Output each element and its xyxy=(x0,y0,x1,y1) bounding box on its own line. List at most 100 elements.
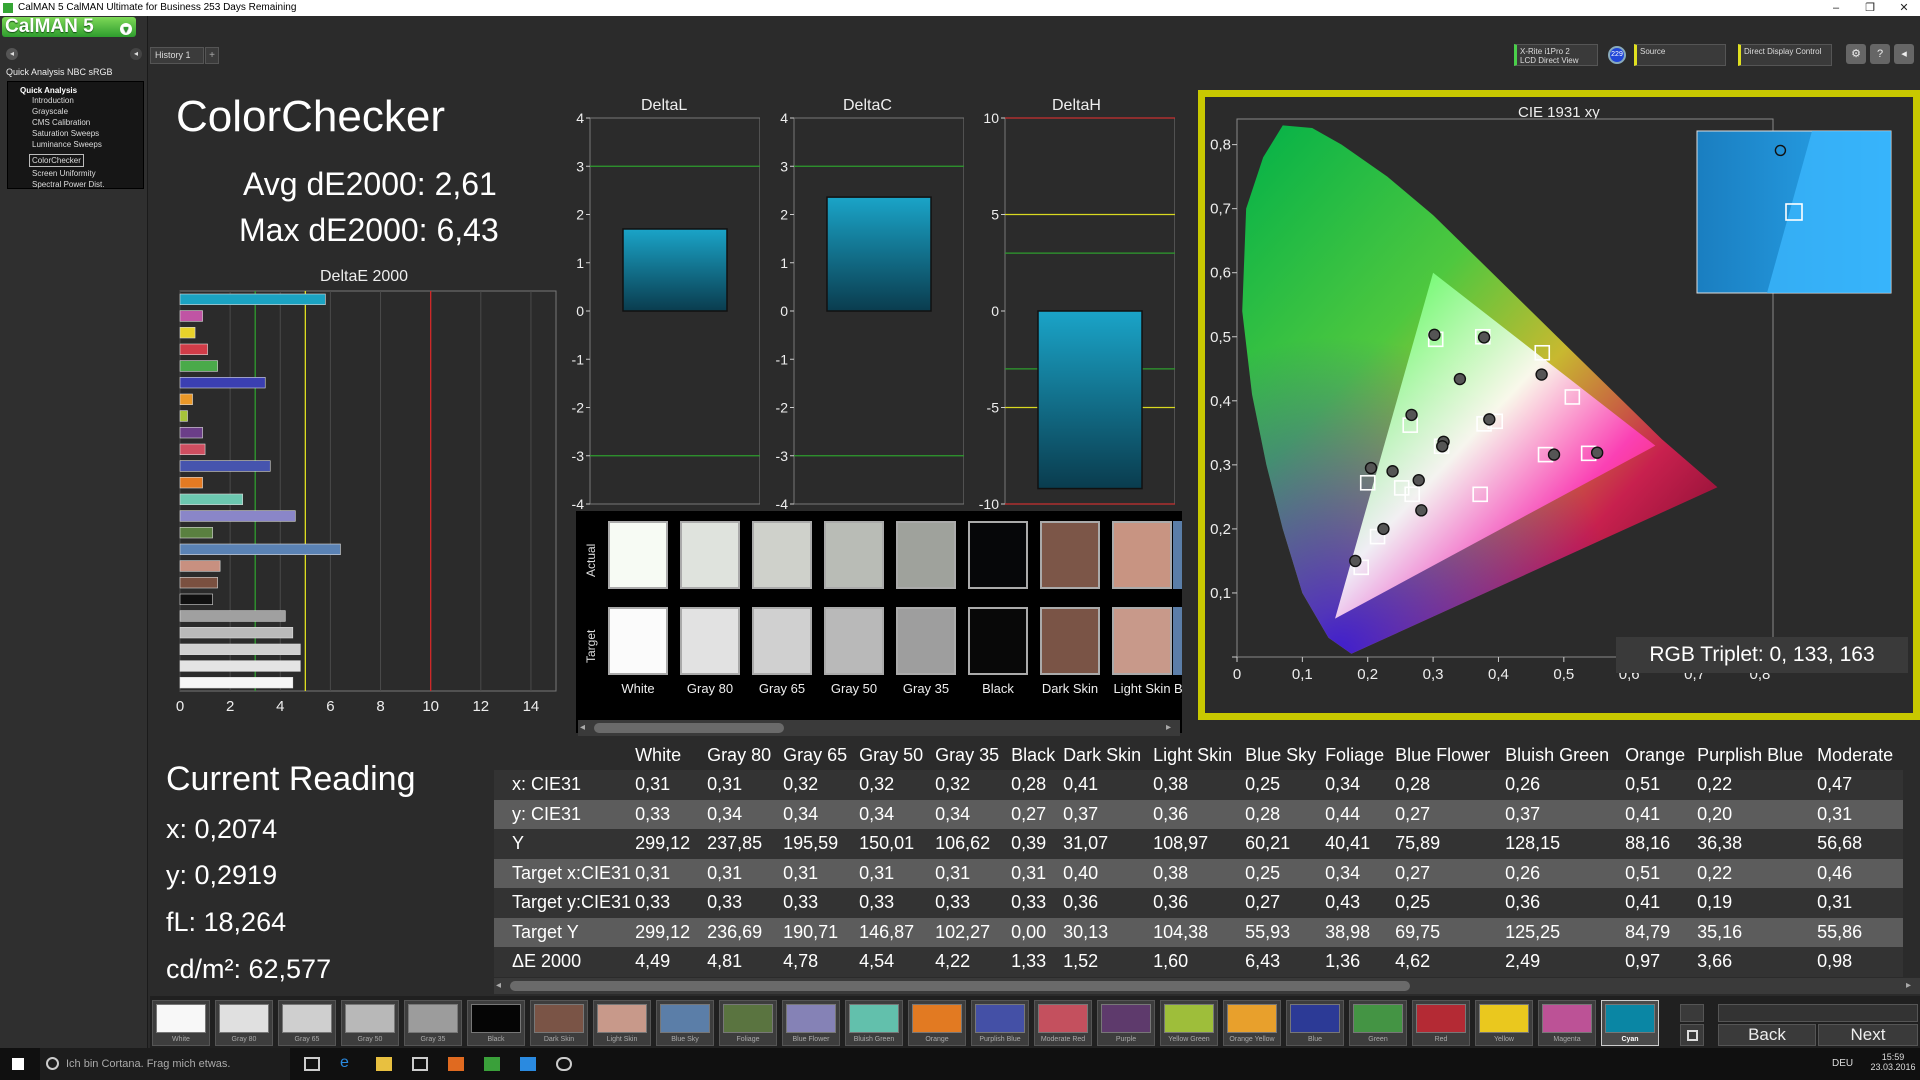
patch-button-magenta[interactable]: Magenta xyxy=(1538,1000,1596,1046)
patch-button-yellow-green[interactable]: Yellow Green xyxy=(1160,1000,1218,1046)
tree-item-grayscale[interactable]: Grayscale xyxy=(8,106,143,117)
next-button[interactable]: Next xyxy=(1818,1024,1918,1046)
nav-back-icon[interactable]: ◂ xyxy=(6,48,18,60)
table-cell: 299,12 xyxy=(631,917,704,947)
tree-item-introduction[interactable]: Introduction xyxy=(8,95,143,106)
table-scroll-left-icon[interactable]: ◂ xyxy=(496,980,501,991)
table-cell: 0,44 xyxy=(1321,799,1392,829)
record-icon[interactable] xyxy=(1680,1004,1704,1022)
table-cell: 0,32 xyxy=(779,770,856,800)
patch-button-purplish-blue[interactable]: Purplish Blue xyxy=(971,1000,1029,1046)
tree-item-selected-wrap: ColorChecker xyxy=(8,150,143,168)
task-view-icon[interactable] xyxy=(304,1057,320,1071)
table-scrollbar[interactable]: ◂ ▸ xyxy=(494,978,1920,994)
table-cell: 60,21 xyxy=(1241,829,1322,859)
tree-item-colorchecker[interactable]: ColorChecker xyxy=(29,154,84,167)
deltae-tick-label: 2 xyxy=(226,698,234,715)
calman-logo[interactable]: CalMAN 5 ▼ xyxy=(2,17,136,37)
scroll-thumb[interactable] xyxy=(594,723,784,733)
swatch-actual-gray-65 xyxy=(752,521,812,589)
deltal-tick-label: -3 xyxy=(572,448,585,464)
tree-item-cms-calibration[interactable]: CMS Calibration xyxy=(8,117,143,128)
patch-color-yellow xyxy=(1479,1004,1529,1033)
meter-selector[interactable]: X-Rite i1Pro 2 LCD Direct View xyxy=(1514,44,1598,66)
tab-history-1[interactable]: History 1 xyxy=(150,47,204,64)
table-row: Y 299,12 237,85 195,59 150,01 106,62 0,39 31,07… xyxy=(494,829,1904,859)
edge-icon[interactable]: e xyxy=(340,1054,356,1071)
patch-button-purple[interactable]: Purple xyxy=(1097,1000,1155,1046)
patch-button-orange[interactable]: Orange xyxy=(908,1000,966,1046)
maximize-icon[interactable]: ❐ xyxy=(1852,0,1888,16)
table-cell: 299,12 xyxy=(631,829,704,859)
settings-icon[interactable]: ⚙ xyxy=(1846,44,1866,64)
patch-button-cyan[interactable]: Cyan xyxy=(1601,1000,1659,1046)
language-indicator[interactable]: DEU xyxy=(1832,1058,1853,1069)
table-scroll-thumb[interactable] xyxy=(510,981,1410,991)
tree-header-label: Quick Analysis xyxy=(20,86,78,95)
patch-button-gray-80[interactable]: Gray 80 xyxy=(215,1000,273,1046)
scroll-right-icon[interactable]: ▸ xyxy=(1166,722,1178,734)
patch-button-blue[interactable]: Blue xyxy=(1286,1000,1344,1046)
store-icon[interactable] xyxy=(412,1057,428,1071)
swatch-scrollbar[interactable]: ◂ ▸ xyxy=(578,720,1180,736)
patch-button-green[interactable]: Green xyxy=(1349,1000,1407,1046)
tool-task-icon[interactable] xyxy=(556,1057,572,1071)
reading-y: y: 0,2919 xyxy=(166,860,278,890)
collapse-right-icon[interactable]: ◂ xyxy=(1894,44,1914,64)
table-cell: 0,31 xyxy=(1813,799,1904,829)
close-icon[interactable]: ✕ xyxy=(1886,0,1920,16)
patch-button-gray-65[interactable]: Gray 65 xyxy=(278,1000,336,1046)
patch-color-purplish-blue xyxy=(975,1004,1025,1033)
patch-button-red[interactable]: Red xyxy=(1412,1000,1470,1046)
measure-controls[interactable] xyxy=(1718,1004,1918,1022)
patch-button-orange-yellow[interactable]: Orange Yellow xyxy=(1223,1000,1281,1046)
windows-start-icon[interactable] xyxy=(12,1058,24,1070)
back-button[interactable]: Back xyxy=(1718,1024,1816,1046)
calman-task-icon[interactable] xyxy=(484,1057,500,1071)
source-selector[interactable]: Source xyxy=(1634,44,1726,66)
collapse-panel-icon[interactable]: ◂ xyxy=(130,48,142,60)
explorer-icon[interactable] xyxy=(376,1057,392,1071)
minimize-icon[interactable]: – xyxy=(1818,0,1854,16)
display-selector[interactable]: Direct Display Control xyxy=(1738,44,1832,66)
app-task-icon[interactable] xyxy=(520,1057,536,1071)
table-scroll-right-icon[interactable]: ▸ xyxy=(1906,980,1911,991)
patch-button-black[interactable]: Black xyxy=(467,1000,525,1046)
tree-header[interactable]: Quick Analysis xyxy=(8,82,143,95)
deltae-tick-label: 6 xyxy=(326,698,334,715)
patch-button-light-skin[interactable]: Light Skin xyxy=(593,1000,651,1046)
patch-color-blue-flower xyxy=(786,1004,836,1033)
rgb-triplet: RGB Triplet: 0, 133, 163 xyxy=(1616,637,1908,673)
tree-item-screen-uniformity[interactable]: Screen Uniformity xyxy=(8,168,143,179)
help-icon[interactable]: ? xyxy=(1870,44,1890,64)
clock[interactable]: 15:59 23.03.2016 xyxy=(1870,1052,1916,1072)
patch-button-dark-skin[interactable]: Dark Skin xyxy=(530,1000,588,1046)
patch-button-foliage[interactable]: Foliage xyxy=(719,1000,777,1046)
stop-icon[interactable] xyxy=(1680,1024,1704,1046)
table-cell: 0,41 xyxy=(1059,770,1150,800)
patch-label-gray-65: Gray 65 xyxy=(294,1036,320,1043)
deltac-tick-label: -2 xyxy=(776,400,789,416)
tree-item-saturation-sweeps[interactable]: Saturation Sweeps xyxy=(8,128,143,139)
patch-button-moderate-red[interactable]: Moderate Red xyxy=(1034,1000,1092,1046)
patch-button-blue-flower[interactable]: Blue Flower xyxy=(782,1000,840,1046)
patch-button-gray-50[interactable]: Gray 50 xyxy=(341,1000,399,1046)
patch-button-yellow[interactable]: Yellow xyxy=(1475,1000,1533,1046)
scroll-left-icon[interactable]: ◂ xyxy=(580,722,592,734)
deltah-tick-label: -10 xyxy=(979,496,999,512)
patch-color-orange-yellow xyxy=(1227,1004,1277,1033)
patch-label-dark-skin: Dark Skin xyxy=(543,1036,575,1043)
patch-button-blue-sky[interactable]: Blue Sky xyxy=(656,1000,714,1046)
deltah-tick-label: 10 xyxy=(983,110,999,126)
meter-badge[interactable]: 229 xyxy=(1608,46,1626,64)
patch-button-white[interactable]: White xyxy=(152,1000,210,1046)
table-cell: 6,43 xyxy=(1241,947,1322,977)
patch-button-gray-35[interactable]: Gray 35 xyxy=(404,1000,462,1046)
tree-item-spectral-power-dist-[interactable]: Spectral Power Dist. xyxy=(8,179,143,190)
tree-item-luminance-sweeps[interactable]: Luminance Sweeps xyxy=(8,139,143,150)
patch-button-bluish-green[interactable]: Bluish Green xyxy=(845,1000,903,1046)
add-tab-button[interactable]: + xyxy=(205,47,219,64)
patch-label-purplish-blue: Purplish Blue xyxy=(979,1036,1021,1043)
cortana-search[interactable]: Ich bin Cortana. Frag mich etwas. xyxy=(40,1048,290,1080)
media-icon[interactable] xyxy=(448,1057,464,1071)
